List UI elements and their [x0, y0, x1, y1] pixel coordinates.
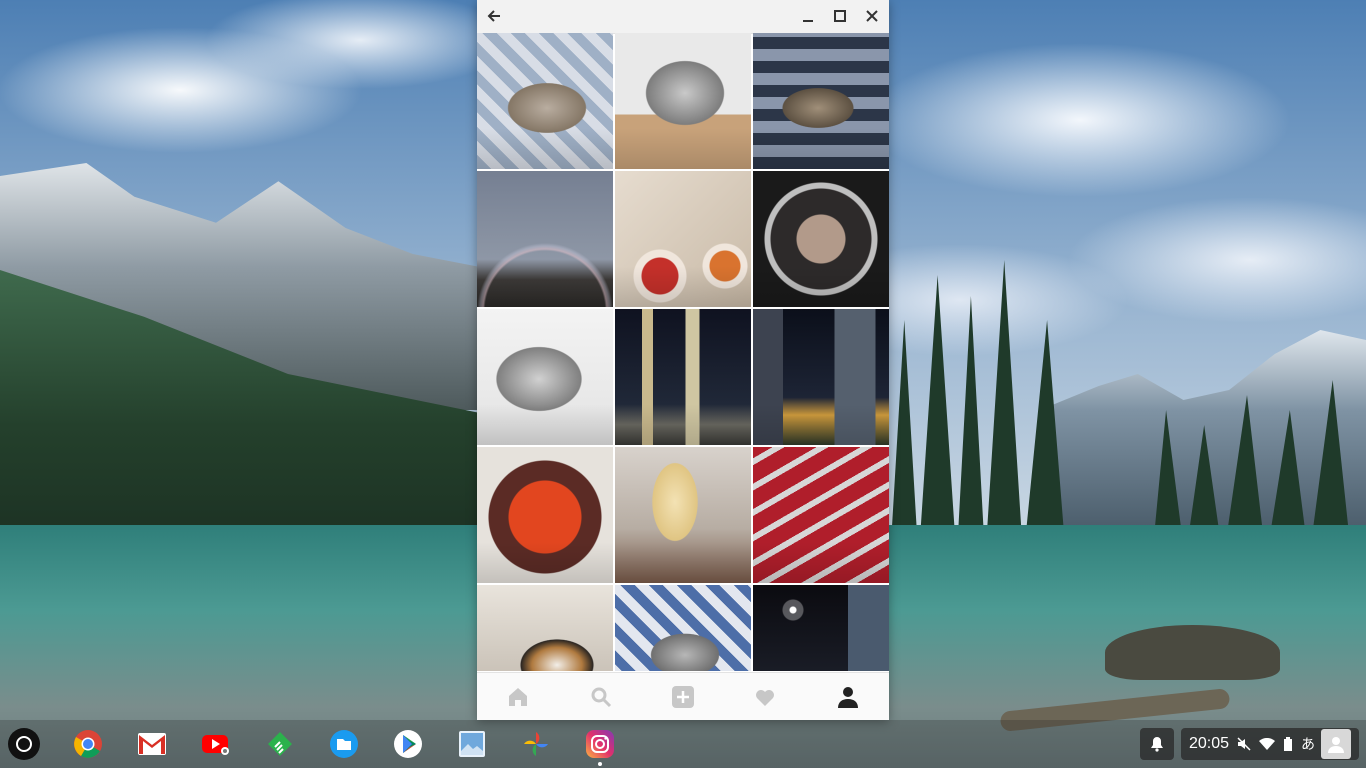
- back-arrow-icon: [487, 10, 500, 22]
- photo-tile-food-in-pot[interactable]: [753, 171, 889, 307]
- files-icon: [330, 730, 358, 758]
- wifi-icon: [1259, 738, 1276, 750]
- shelf-app-gmail[interactable]: [136, 728, 168, 760]
- shelf-app-files[interactable]: [328, 728, 360, 760]
- photo-tile-city-night-street[interactable]: [753, 309, 889, 445]
- ime-indicator: あ: [1301, 737, 1316, 753]
- launcher-button[interactable]: [8, 728, 40, 760]
- shelf-app-instagram[interactable]: [584, 728, 616, 766]
- photo-tile-calico-cat[interactable]: [477, 585, 613, 671]
- search-icon: [591, 687, 611, 708]
- notification-icon: [1151, 737, 1163, 752]
- instagram-icon: [586, 730, 614, 758]
- photo-grid: [477, 33, 889, 671]
- notification-button[interactable]: [1140, 728, 1174, 760]
- instagram-running-indicator: [598, 762, 602, 766]
- nav-activity-button[interactable]: [745, 677, 785, 717]
- photo-tile-red-tins[interactable]: [753, 447, 889, 583]
- system-tray[interactable]: 20:05 あ: [1181, 728, 1359, 760]
- window-titlebar[interactable]: [477, 0, 889, 34]
- nav-profile-button[interactable]: [828, 677, 868, 717]
- back-button[interactable]: [481, 4, 507, 28]
- profile-icon: [837, 687, 858, 708]
- user-avatar-icon: [1321, 729, 1352, 759]
- photo-tile-rainbow-over-street[interactable]: [477, 171, 613, 307]
- gmail-icon: [138, 733, 166, 755]
- minimize-icon: [803, 20, 813, 22]
- launcher-icon: [16, 736, 32, 752]
- add-post-icon: [671, 686, 694, 708]
- nav-add-post-button[interactable]: [663, 677, 703, 717]
- youtube-icon: [202, 735, 229, 755]
- heart-icon: [756, 690, 775, 706]
- close-icon: [866, 10, 878, 22]
- bottom-navigation: [477, 672, 889, 720]
- shelf-app-photos-viewer[interactable]: [456, 728, 488, 760]
- nav-home-button[interactable]: [498, 677, 538, 717]
- play-store-icon: [394, 730, 422, 758]
- google-photos-icon: [524, 732, 548, 756]
- maximize-icon: [834, 10, 846, 22]
- photo-tile-cat-on-blue-blanket[interactable]: [615, 585, 751, 671]
- photo-tile-salmon-roe-bowl[interactable]: [477, 447, 613, 583]
- close-button[interactable]: [859, 4, 885, 28]
- photo-tile-city-night-building[interactable]: [753, 585, 889, 671]
- photo-tile-korean-bbq-dishes[interactable]: [615, 171, 751, 307]
- minimize-button[interactable]: [795, 4, 821, 28]
- nav-search-button[interactable]: [581, 677, 621, 717]
- instagram-app-window: [477, 0, 889, 720]
- mute-icon: [1237, 737, 1251, 751]
- maximize-button[interactable]: [827, 4, 853, 28]
- clock-text: 20:05: [1189, 735, 1230, 752]
- shelf-app-youtube[interactable]: [200, 728, 232, 760]
- photo-tile-cat-close-up[interactable]: [477, 309, 613, 445]
- chrome-icon: [74, 730, 102, 758]
- photo-tile-soft-serve-cone[interactable]: [615, 447, 751, 583]
- photo-tile-cat-sleeping-on-plaid[interactable]: [477, 33, 613, 169]
- shelf-app-play-store[interactable]: [392, 728, 424, 760]
- image-viewer-icon: [459, 731, 485, 757]
- shelf-app-feedly[interactable]: [264, 728, 296, 760]
- photo-tile-city-night-towers[interactable]: [615, 309, 751, 445]
- home-icon: [509, 688, 528, 706]
- photo-tile-cat-on-blanket[interactable]: [753, 33, 889, 169]
- photo-tile-cat-sleeping-on-table[interactable]: [615, 33, 751, 169]
- wallpaper-rock: [1105, 625, 1280, 680]
- shelf-app-google-photos[interactable]: [520, 728, 552, 760]
- feedly-icon: [268, 732, 292, 756]
- shelf-app-chrome[interactable]: [72, 728, 104, 760]
- battery-icon: [1283, 737, 1293, 751]
